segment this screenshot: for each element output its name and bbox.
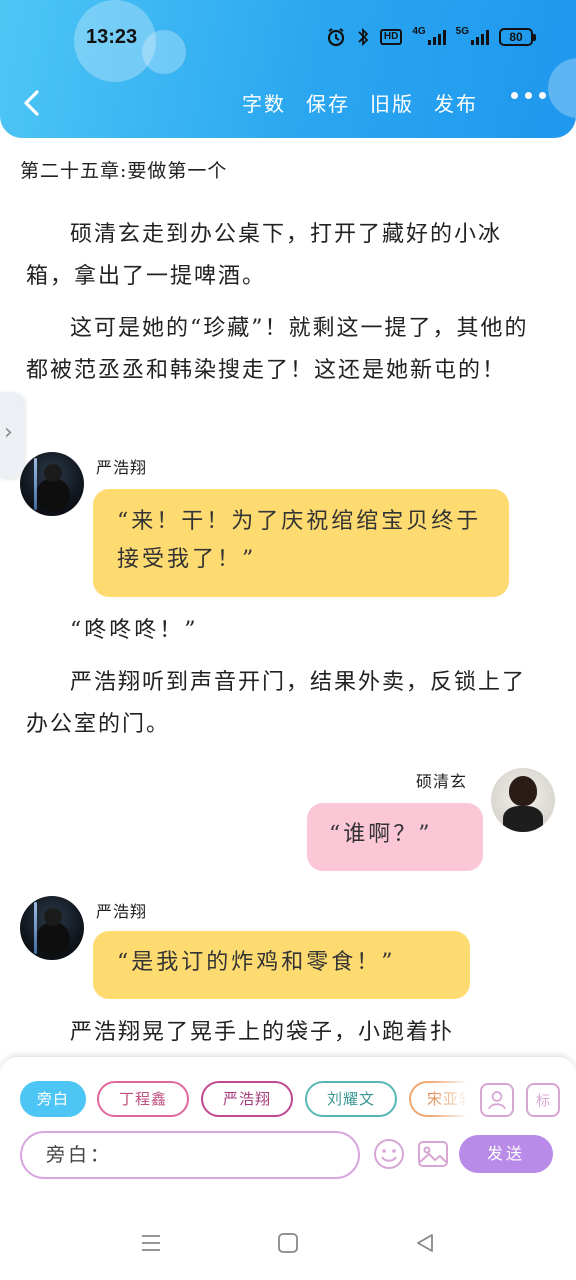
- editor-toolbar: 字数 保存 旧版 发布: [0, 82, 576, 126]
- avatar-yan-haoxiang[interactable]: [20, 452, 84, 516]
- hd-badge: HD: [379, 29, 403, 45]
- avatar-shuo-qingxuan[interactable]: [491, 768, 555, 832]
- status-bar: 13:23 HD 4G 5G 80: [0, 0, 576, 78]
- word-count-button[interactable]: 字数: [242, 88, 286, 117]
- back-triangle-icon[interactable]: [414, 1232, 436, 1254]
- dialogue-input[interactable]: 旁白：: [20, 1131, 360, 1179]
- chevron-right-icon: ›: [4, 420, 13, 445]
- status-icons: HD 4G 5G 80: [326, 25, 536, 47]
- toolbar-actions: 字数 保存 旧版 发布: [242, 88, 478, 117]
- story-paragraph: 严浩翔晃了晃手上的袋子，小跑着扑: [70, 1020, 455, 1045]
- clock: 13:23: [86, 26, 138, 48]
- alarm-icon: [327, 28, 344, 47]
- speaker-name: 硕清玄: [416, 772, 468, 791]
- send-button[interactable]: 发送: [459, 1135, 553, 1173]
- battery-icon: 80: [499, 28, 536, 46]
- chip-scroll-fade: [430, 1077, 470, 1121]
- story-paragraph: 这可是她的“珍藏”！就剩这一提了，其他的都被范丞丞和韩染搜走了！这还是她新屯的！: [26, 316, 529, 383]
- emoji-icon[interactable]: [372, 1137, 406, 1171]
- tag-icon[interactable]: 标: [526, 1083, 560, 1117]
- image-icon[interactable]: [416, 1137, 450, 1171]
- story-paragraph: 严浩翔听到声音开门，结果外卖，反锁上了办公室的门。: [26, 670, 527, 737]
- dialogue-bubble: “来！干！为了庆祝绾绾宝贝终于接受我了！”: [93, 489, 509, 597]
- dialogue-bubble: “是我订的炸鸡和零食！”: [93, 931, 470, 999]
- sound-effect-line: “咚咚咚！”: [70, 618, 199, 643]
- dialogue-text: “谁啊？”: [329, 822, 433, 847]
- role-chip-narrator[interactable]: 旁白: [20, 1081, 86, 1117]
- app-header: 13:23 HD 4G 5G 80 字数 保存 旧版 发布: [0, 0, 576, 138]
- dialogue-bubble: “谁啊？”: [307, 803, 483, 871]
- role-chip[interactable]: 丁程鑫: [97, 1081, 189, 1117]
- publish-button[interactable]: 发布: [434, 88, 478, 117]
- network-5g-label: 5G: [455, 25, 469, 37]
- story-paragraph: 硕清玄走到办公桌下，打开了藏好的小冰箱，拿出了一提啤酒。: [26, 222, 503, 289]
- save-button[interactable]: 保存: [306, 88, 350, 117]
- battery-level: 80: [499, 28, 533, 46]
- role-chip[interactable]: 严浩翔: [201, 1081, 293, 1117]
- more-dots-icon[interactable]: [511, 92, 546, 99]
- avatar-yan-haoxiang[interactable]: [20, 896, 84, 960]
- side-drawer-tab[interactable]: ›: [0, 392, 24, 478]
- role-chip[interactable]: 刘耀文: [305, 1081, 397, 1117]
- signal-5g-icon: [471, 29, 489, 45]
- old-version-button[interactable]: 旧版: [370, 88, 414, 117]
- system-navigation-bar: [0, 1210, 576, 1280]
- dialogue-text: “是我订的炸鸡和零食！”: [117, 950, 396, 975]
- home-icon[interactable]: [277, 1232, 299, 1254]
- editor-panel: 旁白 丁程鑫 严浩翔 刘耀文 宋亚轩 标 旁白： 发送: [0, 1056, 576, 1210]
- menu-icon[interactable]: [140, 1232, 162, 1254]
- back-chevron-icon[interactable]: [18, 88, 48, 118]
- signal-4g-icon: [427, 29, 446, 45]
- bluetooth-icon: [358, 27, 369, 47]
- dialogue-text: “来！干！为了庆祝绾绾宝贝终于接受我了！”: [117, 509, 482, 572]
- person-card-icon[interactable]: [480, 1083, 514, 1117]
- speaker-name: 严浩翔: [96, 458, 148, 477]
- speaker-name: 严浩翔: [96, 902, 148, 921]
- svg-text:标: 标: [536, 1093, 550, 1109]
- chapter-title: 第二十五章:要做第一个: [20, 160, 228, 182]
- network-4g-label: 4G: [412, 25, 426, 37]
